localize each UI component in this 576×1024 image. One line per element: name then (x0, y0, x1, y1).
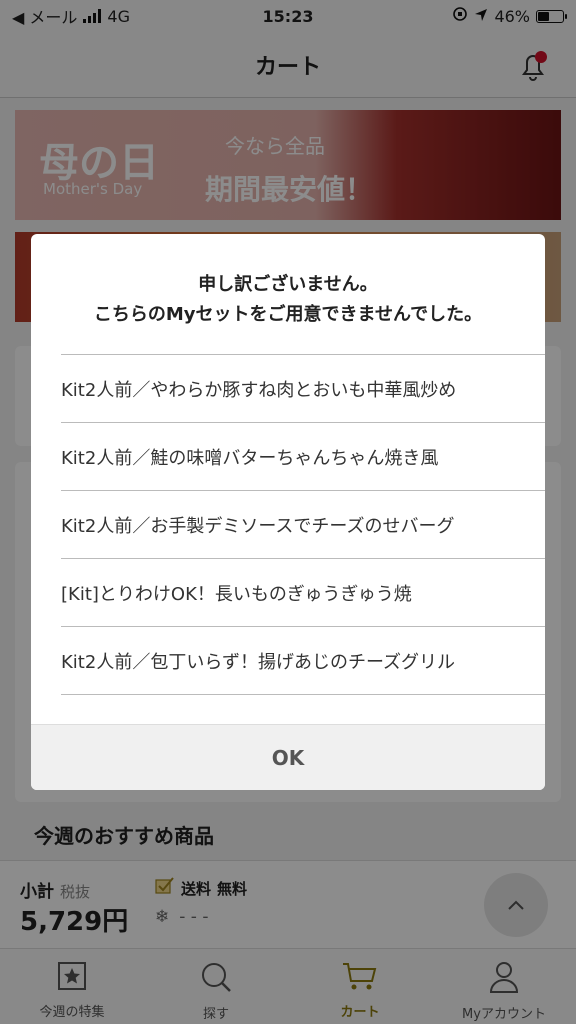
dialog-message-line1: 申し訳ございません。 (198, 274, 378, 295)
dialog-message-line2: こちらのMyセットをご用意できませんでした。 (93, 304, 483, 325)
list-item: Kit2人前／お手製デミソースでチーズのせバーグ (61, 491, 545, 559)
ok-button[interactable]: OK (31, 724, 545, 790)
list-item: Kit2人前／鮭の味噌バターちゃんちゃん焼き風 (61, 423, 545, 491)
dialog-message: 申し訳ございません。 こちらのMyセットをご用意できませんでした。 (31, 270, 545, 330)
unavailable-item-list: Kit2人前／やわらか豚すね肉とおいも中華風炒め Kit2人前／鮭の味噌バターち… (61, 354, 545, 695)
list-item: [Kit]とりわけOK！長いものぎゅうぎゅう焼 (61, 559, 545, 627)
list-item: Kit2人前／やわらか豚すね肉とおいも中華風炒め (61, 355, 545, 423)
list-item: Kit2人前／包丁いらず！揚げあじのチーズグリル (61, 627, 545, 695)
unavailable-items-dialog: 申し訳ございません。 こちらのMyセットをご用意できませんでした。 Kit2人前… (31, 234, 545, 790)
